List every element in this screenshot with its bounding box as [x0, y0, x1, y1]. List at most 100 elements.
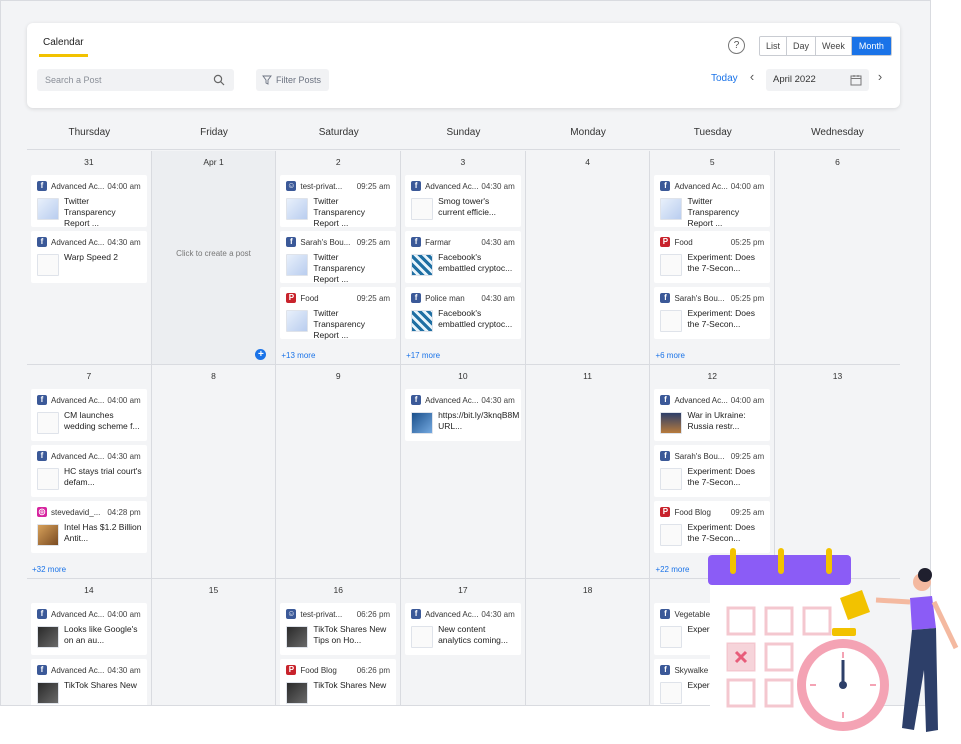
day-cell[interactable]: 2 ☺ test-privat... 09:25 am Twitter Transpar… — [276, 151, 402, 364]
post-card[interactable]: f Advanced Ac... 04:00 am Twitter Transpare… — [31, 175, 147, 228]
post-card[interactable]: f Advanced Ac... 04:30 am https://bit.ly/3k… — [405, 389, 521, 441]
post-card[interactable]: P Food 09:25 am Twitter Transparency Report… — [280, 287, 397, 340]
post-time: 04:00 am — [730, 395, 765, 405]
view-month-button[interactable]: Month — [851, 37, 891, 55]
weekday-label: Monday — [570, 127, 606, 138]
post-card[interactable]: f Sarah's Bou... 05:25 pm Experiment: Does … — [654, 287, 771, 339]
post-account: Advanced Ac... — [51, 665, 105, 675]
pinterest-icon: P — [660, 237, 671, 247]
more-posts-link[interactable]: +13 more — [281, 351, 315, 360]
day-cell[interactable]: 31 f Advanced Ac... 04:00 am Twitter Transpa… — [27, 151, 152, 364]
filter-posts-button[interactable]: Filter Posts — [256, 69, 329, 91]
day-cell[interactable]: 14 f Advanced Ac... 04:00 am Looks like Goog… — [27, 579, 152, 705]
post-time: 04:30 am — [481, 237, 515, 247]
post-header: f Advanced Ac... 04:30 am — [411, 608, 515, 620]
post-time: 04:00 am — [107, 395, 141, 405]
post-account: Police man — [425, 293, 465, 303]
create-post-hint[interactable]: Click to create a post — [152, 249, 276, 258]
post-account: Advanced Ac... — [51, 609, 105, 619]
post-thumbnail — [411, 254, 434, 276]
today-button[interactable]: Today — [711, 73, 738, 84]
day-number: 7 — [86, 371, 92, 381]
day-cell[interactable]: 5 f Advanced Ac... 04:00 am Twitter Transpar… — [650, 151, 776, 364]
help-icon[interactable]: ? — [728, 37, 745, 54]
post-card[interactable]: f Police man 04:30 am Facebook's embattled … — [405, 287, 521, 339]
next-month-icon[interactable]: › — [874, 69, 886, 84]
post-card[interactable]: f Farmar 04:30 am Facebook's embattled cryp… — [405, 231, 521, 283]
month-picker[interactable]: April 2022 — [766, 69, 869, 91]
post-card[interactable]: f Advanced Ac... 04:00 am CM launches weddi… — [31, 389, 147, 441]
post-time: 06:26 pm — [356, 609, 391, 619]
post-header: ☺ test-privat... 09:25 am — [286, 180, 390, 192]
post-thumbnail — [660, 626, 683, 648]
day-cell[interactable]: 17 f Advanced Ac... 04:30 am New content ana… — [401, 579, 526, 705]
post-card[interactable]: ☺ test-privat... 06:26 pm TikTok Shares New… — [280, 603, 397, 655]
facebook-icon: f — [37, 451, 47, 461]
day-number: 6 — [835, 157, 840, 167]
post-card[interactable]: f Advanced Ac... 04:30 am HC stays trial co… — [31, 445, 147, 497]
post-text: New content analytics coming... — [438, 624, 508, 645]
day-cell[interactable]: 9 — [276, 365, 402, 578]
post-time: 04:00 am — [107, 609, 141, 619]
post-card[interactable]: f Advanced Ac... 04:00 am Looks like Google… — [31, 603, 147, 655]
weekday-label: Tuesday — [693, 127, 732, 138]
facebook-icon: f — [411, 237, 422, 247]
post-account: Advanced Ac... — [425, 395, 479, 405]
day-cell[interactable]: 8 — [152, 365, 277, 578]
day-cell[interactable]: Apr 1 Click to create a post + — [151, 151, 277, 364]
post-account: Food — [674, 237, 693, 247]
tab-calendar[interactable]: Calendar — [39, 37, 88, 57]
post-thumbnail — [37, 626, 59, 648]
add-post-icon[interactable]: + — [255, 349, 267, 360]
post-header: ☺ test-privat... 06:26 pm — [286, 608, 390, 620]
post-card[interactable]: ◎ stevedavid_... 04:28 pm Intel Has $1.2 Bi… — [31, 501, 147, 553]
day-cell[interactable]: 15 — [152, 579, 277, 705]
day-cell[interactable]: 7 f Advanced Ac... 04:00 am CM launches wedd… — [27, 365, 152, 578]
post-card[interactable]: P Food Blog 06:26 pm TikTok Shares New — [280, 659, 397, 705]
more-posts-link[interactable]: +32 more — [32, 565, 66, 574]
post-time: 04:00 am — [107, 181, 141, 191]
day-cell[interactable]: 11 — [526, 365, 651, 578]
post-card[interactable]: P Food 05:25 pm Experiment: Does the 7-Seco… — [654, 231, 771, 283]
post-thumbnail — [660, 412, 683, 434]
facebook-icon: f — [37, 181, 47, 191]
calendar-icon[interactable] — [850, 74, 862, 86]
day-number: 5 — [709, 157, 715, 167]
post-card[interactable]: f Sarah's Bou... 09:25 am Experiment: Does … — [654, 445, 771, 497]
post-card[interactable]: ☺ test-privat... 09:25 am Twitter Transpare… — [280, 175, 397, 228]
post-account: Sarah's Bou... — [300, 237, 351, 247]
day-number: 14 — [84, 585, 94, 595]
more-posts-link[interactable]: +6 more — [655, 351, 685, 360]
view-week-button[interactable]: Week — [816, 37, 852, 55]
post-card[interactable]: f Advanced Ac... 04:00 am Twitter Transpare… — [654, 175, 771, 228]
toolbar-card: Calendar Filter Posts ? List Day Week Mo… — [27, 23, 900, 108]
post-card[interactable]: f Advanced Ac... 04:00 am War in Ukraine: R… — [654, 389, 771, 441]
day-number: 10 — [458, 371, 468, 381]
group-icon: ☺ — [286, 181, 297, 191]
search-icon[interactable] — [213, 74, 225, 86]
day-cell[interactable]: 3 f Advanced Ac... 04:30 am Smog tower's cur… — [401, 151, 526, 364]
day-cell[interactable]: 16 ☺ test-privat... 06:26 pm TikTok Shares N… — [276, 579, 402, 705]
post-card[interactable]: f Advanced Ac... 04:30 am Warp Speed 2 — [31, 231, 147, 283]
day-cell[interactable]: 4 — [526, 151, 651, 364]
more-posts-link[interactable]: +17 more — [406, 351, 440, 360]
post-account: Sarah's Bou... — [674, 293, 725, 303]
post-text: TikTok Shares New Tips on Ho... — [313, 624, 387, 645]
post-card[interactable]: f Sarah's Bou... 09:25 am Twitter Transpare… — [280, 231, 397, 284]
post-card[interactable]: f Advanced Ac... 04:30 am New content analy… — [405, 603, 521, 655]
post-account: Advanced Ac... — [51, 395, 105, 405]
view-list-button[interactable]: List — [760, 37, 788, 55]
prev-month-icon[interactable]: ‹ — [746, 69, 758, 84]
day-cell[interactable]: 18 — [526, 579, 651, 705]
search-input[interactable] — [37, 69, 207, 91]
day-cell[interactable]: 6 — [775, 151, 900, 364]
more-posts-link[interactable]: +22 more — [655, 565, 689, 574]
search-box[interactable] — [37, 69, 234, 91]
day-cell[interactable]: 10 f Advanced Ac... 04:30 am https://bit.ly/… — [401, 365, 526, 578]
post-card[interactable]: f Advanced Ac... 04:30 am Smog tower's curr… — [405, 175, 521, 227]
post-text: War in Ukraine: Russia restr... — [687, 410, 746, 431]
post-header: f Advanced Ac... 04:00 am — [37, 394, 141, 406]
view-day-button[interactable]: Day — [787, 37, 817, 55]
post-card[interactable]: f Advanced Ac... 04:30 am TikTok Shares New — [31, 659, 147, 705]
post-time: 04:30 am — [481, 293, 515, 303]
